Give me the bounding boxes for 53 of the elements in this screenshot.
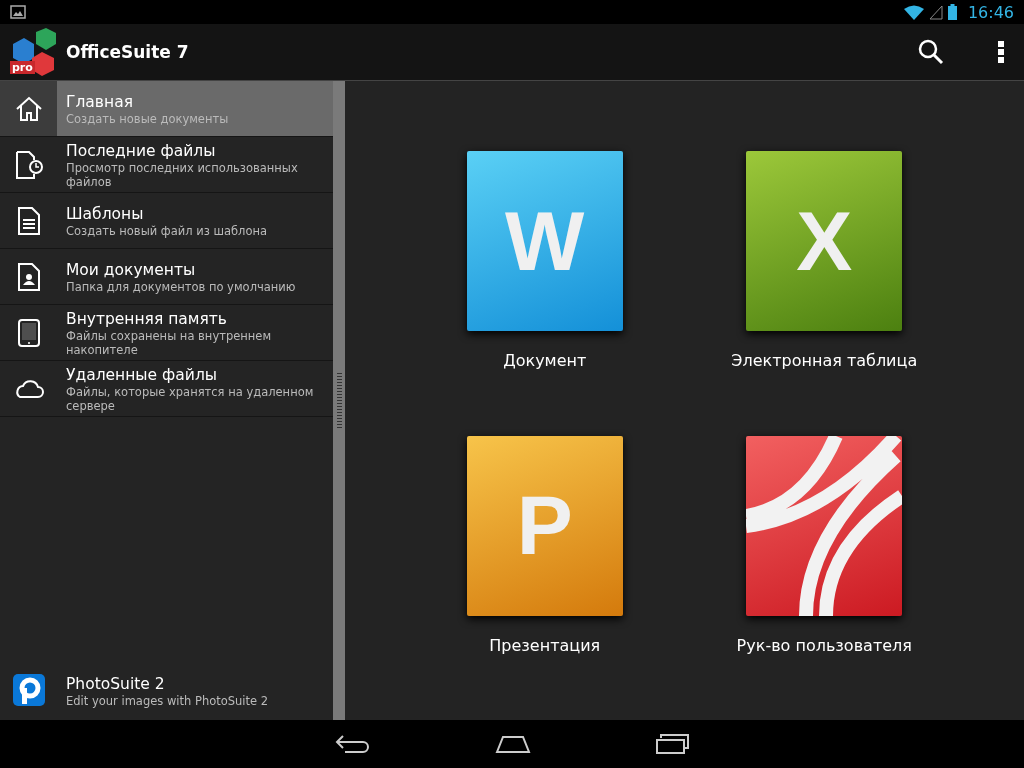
item-subtitle: Создать новые документы xyxy=(66,112,229,126)
cloud-icon xyxy=(13,378,44,399)
create-tile[interactable]: Рук-во пользователя xyxy=(684,435,964,700)
image-notification-icon xyxy=(10,5,26,19)
tile-label: Документ xyxy=(503,351,587,370)
tile-label: Презентация xyxy=(489,635,601,655)
document-lines-icon xyxy=(17,206,40,235)
overflow-menu-icon[interactable] xyxy=(998,41,1004,63)
sidebar-item[interactable]: Внутренняя память Файлы сохранены на внутреннем накопителе xyxy=(0,305,333,361)
item-title: PhotoSuite 2 xyxy=(66,673,166,694)
create-tile[interactable]: P Презентация xyxy=(405,435,685,700)
sidebar-item[interactable]: Шаблоны Создать новый файл из шаблона xyxy=(0,193,333,249)
item-subtitle: Файлы сохранены на внутреннем накопителе xyxy=(66,329,273,357)
home-icon[interactable] xyxy=(495,735,531,753)
clock-time: 16:46 xyxy=(967,2,1014,22)
signal-icon xyxy=(928,4,943,20)
search-icon[interactable] xyxy=(918,39,944,65)
cubes-logo-icon xyxy=(10,28,58,76)
item-subtitle: Папка для документов по умолчанию xyxy=(66,280,296,294)
pro-badge: pro xyxy=(10,61,35,74)
item-title: Удаленные файлы xyxy=(66,365,219,385)
sidebar-item[interactable]: Последние файлы Просмотр последних использованных файлов xyxy=(0,137,333,193)
tablet-icon xyxy=(17,318,40,347)
item-subtitle: Просмотр последних использованных файлов xyxy=(66,161,299,189)
back-icon[interactable] xyxy=(335,734,371,754)
app-title: OfficeSuite 7 xyxy=(66,42,189,62)
file-type-icon: P xyxy=(466,435,623,616)
file-type-icon: W xyxy=(466,151,623,331)
tile-label: Рук-во пользователя xyxy=(736,635,912,655)
home-icon xyxy=(14,94,43,123)
file-type-icon xyxy=(746,435,903,616)
file-type-icon: X xyxy=(746,151,903,331)
tile-label: Электронная таблица xyxy=(731,351,918,370)
document-person-icon xyxy=(17,262,40,291)
sidebar-item[interactable]: Мои документы Папка для документов по умолчанию xyxy=(0,249,333,305)
item-title: Мои документы xyxy=(66,260,197,280)
item-subtitle: Создать новый файл из шаблона xyxy=(66,224,268,238)
item-title: Шаблоны xyxy=(66,204,145,224)
create-tile[interactable]: X Электронная таблица xyxy=(684,151,964,416)
item-subtitle: Edit your images with PhotoSuite 2 xyxy=(66,693,269,708)
item-title: Главная xyxy=(66,92,134,112)
item-title: Последние файлы xyxy=(66,141,217,161)
pane-resize-handle[interactable] xyxy=(333,81,345,720)
sidebar-item[interactable]: Главная Создать новые документы xyxy=(0,81,333,137)
promo-item[interactable]: PhotoSuite 2 Edit your images with PhotoSuite 2 xyxy=(0,660,333,720)
item-subtitle: Файлы, которые хранятся на удаленном сервере xyxy=(66,385,315,413)
battery-icon xyxy=(947,4,957,20)
item-title: Внутренняя память xyxy=(66,309,228,329)
create-tile[interactable]: W Документ xyxy=(405,151,685,416)
wifi-icon xyxy=(903,4,924,20)
recent-apps-icon[interactable] xyxy=(655,734,689,754)
photosuite-logo-icon xyxy=(12,674,45,706)
document-clock-icon xyxy=(13,149,44,180)
